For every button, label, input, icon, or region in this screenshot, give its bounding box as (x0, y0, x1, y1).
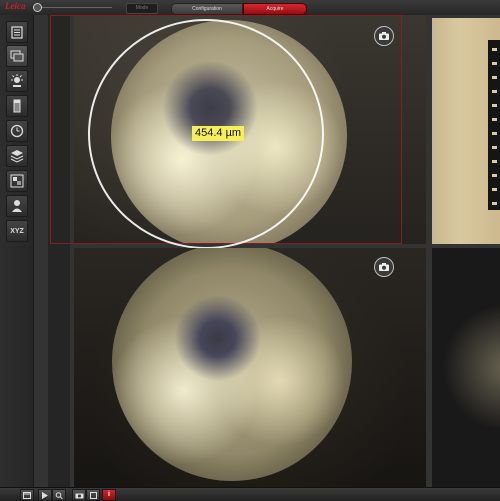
brightness-slider-handle[interactable] (33, 3, 42, 12)
left-sidebar: XYZ (0, 15, 34, 487)
image-processing-icon (10, 174, 24, 188)
top-toolbar: Leica Mode Configuration Acquire (0, 0, 500, 16)
layers-icon (10, 150, 24, 163)
window-icon (23, 491, 31, 499)
strip-mark (492, 132, 497, 135)
play-icon (42, 491, 48, 499)
settings-icon (89, 491, 97, 499)
timer-icon (10, 124, 24, 138)
strip-mark (492, 76, 497, 79)
strip-mark (492, 104, 497, 107)
strip-mark (492, 118, 497, 121)
z-stack-icon (13, 99, 21, 113)
measurement-label: 454.4 µm (192, 126, 245, 141)
strip-mark (492, 48, 497, 51)
document-list-icon (11, 25, 23, 39)
strip-mark (492, 188, 497, 191)
tab-acquire[interactable]: Acquire (243, 3, 307, 15)
capture-button[interactable] (72, 489, 86, 501)
illumination-icon (11, 74, 23, 87)
overview-image-panel[interactable] (432, 18, 500, 244)
secondary-image-panel[interactable] (432, 248, 500, 487)
solder-ball-image (112, 248, 352, 481)
tab-configuration[interactable]: Configuration (171, 3, 243, 15)
strip-mark (492, 146, 497, 149)
bottom-toolbar: i (0, 487, 500, 501)
strip-mark (492, 62, 497, 65)
image-workspace: 454.4 µm (34, 15, 500, 487)
sidebar-item-xyz[interactable]: XYZ (6, 220, 28, 242)
sidebar-item-illumination[interactable] (6, 70, 28, 92)
sidebar-item-timer[interactable] (6, 120, 28, 142)
sidebar-item-image-processing[interactable] (6, 170, 28, 192)
user-icon (12, 200, 22, 212)
sidebar-item-z-stack[interactable] (6, 95, 28, 117)
strip-mark (492, 90, 497, 93)
camera-icon (75, 493, 83, 498)
brightness-slider-track[interactable] (42, 7, 112, 8)
settings-button[interactable] (86, 489, 100, 501)
window-button[interactable] (20, 489, 34, 501)
xyz-stage-icon: XYZ (10, 227, 24, 235)
strip-mark (492, 160, 497, 163)
leica-logo: Leica (5, 1, 26, 11)
info-button[interactable]: i (102, 489, 116, 501)
snapshot-button[interactable] (374, 257, 394, 277)
loop-icon (55, 491, 63, 499)
sidebar-item-gallery[interactable] (6, 45, 28, 67)
sidebar-item-layers[interactable] (6, 145, 28, 167)
workflow-tabs: Configuration Acquire (171, 3, 307, 15)
image-gallery-icon (10, 50, 24, 62)
strip-mark (492, 174, 497, 177)
pcb-edge-strip (488, 40, 500, 210)
sidebar-item-user[interactable] (6, 195, 28, 217)
camera-icon (379, 263, 389, 271)
live-view-secondary[interactable] (74, 248, 426, 487)
strip-mark (492, 202, 497, 205)
mode-select[interactable]: Mode (126, 3, 158, 14)
loop-button[interactable] (52, 489, 66, 501)
sidebar-item-documents[interactable] (6, 21, 28, 43)
play-button[interactable] (38, 489, 52, 501)
info-icon: i (108, 491, 110, 498)
